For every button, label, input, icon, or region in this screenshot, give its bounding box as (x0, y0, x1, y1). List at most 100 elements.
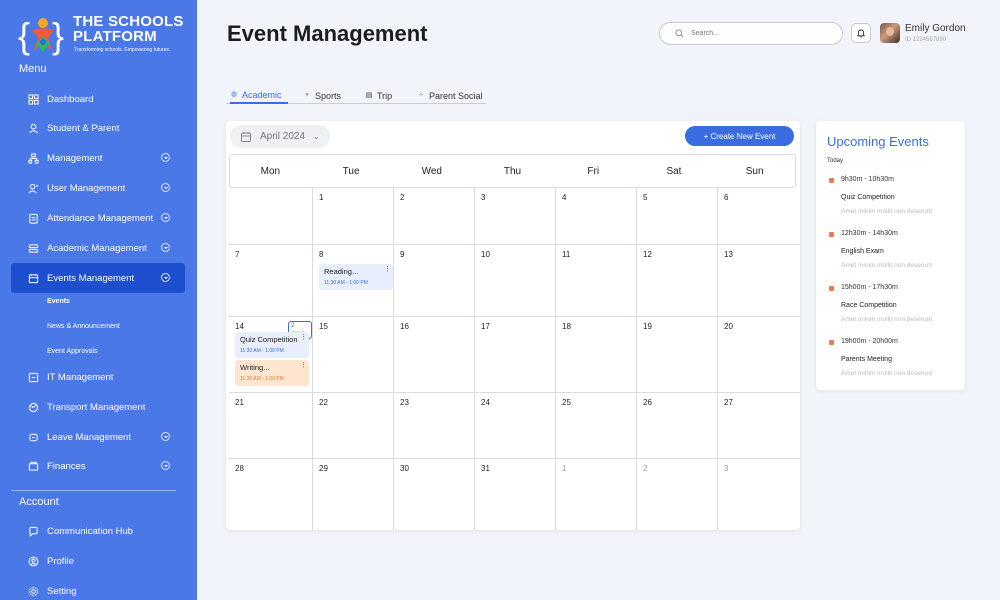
calendar-day-cell[interactable]: 142 moreQuiz Competition11:30 AM - 1:00 … (229, 317, 313, 393)
calendar-day-cell[interactable]: 28 (229, 459, 313, 530)
avatar[interactable] (880, 23, 900, 43)
event-name: Parents Meeting (841, 356, 892, 363)
month-label: April 2024 (260, 131, 306, 142)
event-dot (829, 340, 834, 345)
sidebar-item-user-management[interactable]: User Management (11, 174, 185, 202)
month-selector[interactable]: April 2024 ⌄ (230, 125, 330, 148)
weekday-label: Tue (342, 165, 360, 177)
calendar-day-cell[interactable]: 11 (556, 245, 637, 317)
search-box[interactable] (659, 22, 843, 45)
chevron-down-icon (161, 183, 170, 192)
create-event-button[interactable]: + Create New Event (685, 126, 794, 146)
day-number: 3 (724, 464, 729, 473)
sidebar-item-events[interactable]: Events Management (11, 263, 185, 293)
sidebar-item-dashboard[interactable]: Dashboard (11, 85, 185, 113)
tab-sports[interactable]: ♆ Sports (303, 88, 341, 104)
notification-button[interactable] (851, 23, 871, 43)
calendar-card: April 2024 ⌄ + Create New Event Mon Tue … (226, 121, 800, 530)
calendar-day-cell[interactable]: 4 (556, 188, 637, 245)
chevron-down-icon (161, 243, 170, 252)
more-options-icon[interactable]: ⋮ (300, 362, 307, 369)
calendar-day-cell[interactable]: 15 (313, 317, 394, 393)
weekday-label: Fri (587, 165, 600, 177)
calendar-day-cell[interactable]: 7 (229, 245, 313, 317)
calendar-day-cell[interactable]: 1 (313, 188, 394, 245)
event-chip[interactable]: Quiz Competition 11:30 AM - 1:00 PM ⋮ (235, 332, 309, 358)
tab-trip[interactable]: ▤ Trip (365, 88, 392, 104)
day-number: 31 (481, 464, 490, 473)
calendar-day-cell[interactable]: 20 (718, 317, 800, 393)
sidebar-item-attendance[interactable]: Attendance Management (11, 204, 185, 232)
calendar-day-cell[interactable]: 2 (637, 459, 718, 530)
event-chip-time: 11:30 AM - 1:00 PM (324, 280, 368, 286)
sidebar: { } THE SCHOOLS PLATFORM Transforming sc… (0, 0, 197, 600)
calendar-day-cell[interactable]: 10 (475, 245, 556, 317)
calendar-day-cell[interactable]: 21 (229, 393, 313, 459)
page-title: Event Management (227, 21, 428, 46)
sidebar-item-label: Finances (47, 460, 86, 472)
calendar-day-cell[interactable]: 1 (556, 459, 637, 530)
calendar-day-cell[interactable]: 23 (394, 393, 475, 459)
event-chip[interactable]: Reading... 11:30 AM - 1:00 PM ⋮ (319, 264, 393, 290)
sidebar-item-student-parent[interactable]: Student & Parent (11, 114, 185, 142)
calendar-day-cell[interactable]: 27 (718, 393, 800, 459)
calendar-day-cell[interactable]: 29 (313, 459, 394, 530)
category-tabs: ◍ Academic ♆ Sports ▤ Trip ⁘ Parent Soci… (226, 88, 486, 104)
sidebar-subitem-events[interactable]: Events (47, 298, 70, 305)
more-options-icon[interactable]: ⋮ (300, 334, 307, 341)
calendar-day-cell[interactable]: 26 (637, 393, 718, 459)
sidebar-subitem-news[interactable]: News & Announcement (47, 323, 120, 330)
sidebar-item-profile[interactable]: Profile (11, 547, 185, 575)
calendar-day-cell[interactable]: 22 (313, 393, 394, 459)
it-icon (26, 370, 40, 384)
brand-logo[interactable]: { } THE SCHOOLS PLATFORM Transforming sc… (18, 12, 188, 56)
chevron-down-icon: ⌄ (313, 132, 320, 141)
event-chip[interactable]: Writing... 11:30 AM - 1:00 PM ⋮ (235, 360, 309, 386)
day-number: 6 (724, 193, 729, 202)
calendar-day-cell[interactable]: 19 (637, 317, 718, 393)
calendar-day-cell[interactable]: 17 (475, 317, 556, 393)
sidebar-item-label: User Management (47, 182, 126, 194)
calendar-day-cell[interactable]: 31 (475, 459, 556, 530)
chevron-down-icon (161, 461, 170, 470)
sidebar-item-it[interactable]: IT Management (11, 363, 185, 391)
calendar-day-cell[interactable]: 8 Reading... 11:30 AM - 1:00 PM ⋮ (313, 245, 394, 317)
sidebar-item-management[interactable]: Management (11, 144, 185, 172)
event-chip-time: 11:30 AM - 1:00 PM (240, 348, 284, 354)
calendar-day-cell[interactable]: 25 (556, 393, 637, 459)
sidebar-item-finances[interactable]: Finances (11, 452, 185, 480)
event-chip-time: 11:30 AM - 1:00 PM (240, 376, 284, 382)
search-icon (675, 29, 684, 38)
sidebar-item-academic[interactable]: Academic Management (11, 234, 185, 262)
calendar-day-cell[interactable]: 16 (394, 317, 475, 393)
calendar-day-cell[interactable]: 13 (718, 245, 800, 317)
sidebar-item-communication[interactable]: Communication Hub (11, 517, 185, 545)
calendar-day-cell[interactable]: 5 (637, 188, 718, 245)
sidebar-item-setting[interactable]: Setting (11, 577, 185, 600)
account-heading: Account (19, 496, 59, 508)
globe-icon: ◍ (230, 91, 238, 98)
calendar-day-cell[interactable]: 9 (394, 245, 475, 317)
tab-parent-social[interactable]: ⁘ Parent Social (417, 88, 482, 104)
calendar-day-cell[interactable]: 30 (394, 459, 475, 530)
sidebar-subitem-approvals[interactable]: Event Approvals (47, 348, 98, 355)
profile-icon (26, 554, 40, 568)
settings-icon (26, 584, 40, 598)
calendar-day-cell[interactable]: 6 (718, 188, 800, 245)
calendar-day-cell[interactable] (229, 188, 313, 245)
event-chip-title: Writing... (240, 363, 270, 372)
sidebar-item-transport[interactable]: Transport Management (11, 393, 185, 421)
search-input[interactable] (691, 30, 831, 37)
calendar-day-cell[interactable]: 2 (394, 188, 475, 245)
sidebar-item-leave[interactable]: Leave Management (11, 423, 185, 451)
calendar-day-cell[interactable]: 3 (718, 459, 800, 530)
calendar-day-cell[interactable]: 3 (475, 188, 556, 245)
day-number: 30 (400, 464, 409, 473)
calendar-day-cell[interactable]: 12 (637, 245, 718, 317)
more-options-icon[interactable]: ⋮ (384, 266, 391, 273)
tab-academic[interactable]: ◍ Academic (230, 88, 288, 104)
day-number: 7 (235, 250, 240, 259)
calendar-day-cell[interactable]: 18 (556, 317, 637, 393)
calendar-day-cell[interactable]: 24 (475, 393, 556, 459)
user-icon (26, 181, 40, 195)
